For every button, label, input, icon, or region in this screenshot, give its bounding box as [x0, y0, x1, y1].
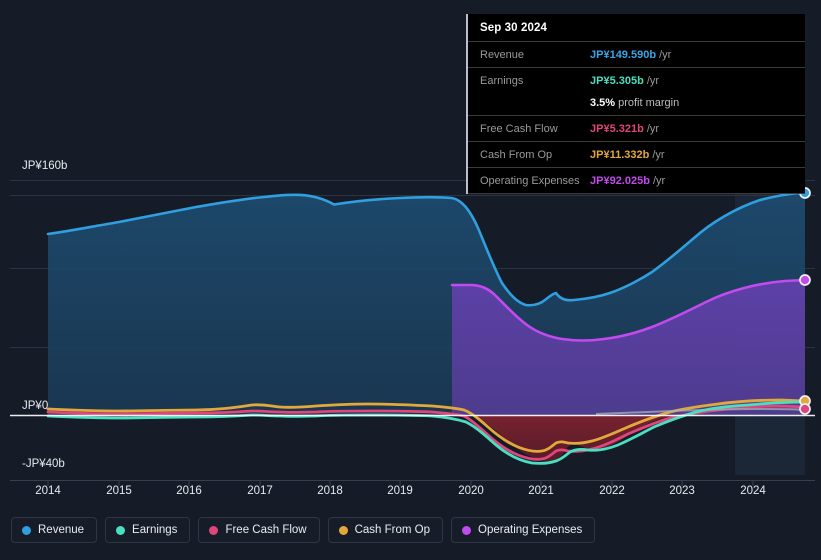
- tooltip-row-operating-expenses: Operating Expenses JP¥92.025b /yr: [468, 167, 805, 193]
- x-axis-label-2017: 2017: [247, 485, 273, 497]
- tooltip-value-earnings: JP¥5.305b: [590, 74, 644, 87]
- legend-label-revenue: Revenue: [38, 524, 85, 536]
- free-cash-flow-color-swatch-icon: [209, 525, 219, 535]
- tooltip-label-free-cash-flow: Free Cash Flow: [480, 122, 558, 135]
- tooltip-unit-cash-from-op: /yr: [652, 148, 665, 161]
- legend-label-free-cash-flow: Free Cash Flow: [225, 524, 307, 536]
- x-axis-label-2019: 2019: [387, 485, 413, 497]
- tooltip-value-operating-expenses: JP¥92.025b: [590, 174, 650, 187]
- tooltip-value-revenue: JP¥149.590b: [590, 48, 657, 61]
- operating-expenses-color-swatch-icon: [462, 525, 472, 535]
- tooltip-label-cash-from-op: Cash From Op: [480, 148, 553, 161]
- tooltip-unit-operating-expenses: /yr: [652, 174, 666, 187]
- y-axis-label-bottom: -JP¥40b: [22, 458, 65, 470]
- x-axis-label-2018: 2018: [317, 485, 343, 497]
- tooltip-bottom-divider: [468, 193, 805, 194]
- tooltip-unit-revenue: /yr: [659, 48, 672, 61]
- financial-area-chart: JP¥160b JP¥0 -JP¥40b 2014 2015 2016 2017…: [0, 0, 821, 560]
- tooltip-label-revenue: Revenue: [480, 48, 525, 61]
- tooltip-row-free-cash-flow: Free Cash Flow JP¥5.321b /yr: [468, 115, 805, 141]
- x-axis-label-2022: 2022: [599, 485, 625, 497]
- operating-expenses-endpoint-marker: [799, 274, 811, 286]
- tooltip-date: Sep 30 2024: [480, 22, 547, 34]
- x-axis-label-2015: 2015: [106, 485, 132, 497]
- tooltip-unit-free-cash-flow: /yr: [646, 122, 660, 135]
- free-cash-flow-endpoint-marker: [799, 403, 811, 415]
- x-axis-label-2024: 2024: [740, 485, 766, 497]
- cash-from-op-color-swatch-icon: [338, 525, 348, 535]
- revenue-color-swatch-icon: [22, 525, 31, 535]
- tooltip-value-cash-from-op: JP¥11.332b: [590, 148, 650, 161]
- legend-label-cash-from-op: Cash From Op: [354, 524, 431, 536]
- x-axis-label-2021: 2021: [528, 485, 554, 497]
- y-axis-label-zero: JP¥0: [22, 400, 49, 412]
- chart-legend: Revenue Earnings Free Cash Flow Cash Fro…: [11, 517, 596, 543]
- legend-item-cash-from-op[interactable]: Cash From Op: [327, 517, 444, 543]
- tooltip-label-operating-expenses: Operating Expenses: [480, 174, 580, 187]
- x-axis-label-2020: 2020: [458, 485, 484, 497]
- legend-item-free-cash-flow[interactable]: Free Cash Flow: [198, 517, 320, 543]
- tooltip-row-profit-margin: 3.5% profit margin: [468, 93, 805, 115]
- tooltip-value-free-cash-flow: JP¥5.321b: [590, 122, 644, 135]
- y-axis-label-top: JP¥160b: [22, 160, 68, 172]
- tooltip-row-revenue: Revenue JP¥149.590b /yr: [468, 41, 805, 67]
- tooltip-row-cash-from-op: Cash From Op JP¥11.332b /yr: [468, 141, 805, 167]
- legend-item-revenue[interactable]: Revenue: [11, 517, 98, 543]
- tooltip-unit-earnings: /yr: [646, 74, 660, 87]
- legend-label-earnings: Earnings: [132, 524, 178, 536]
- tooltip-unit-profit-margin: profit margin: [618, 96, 680, 109]
- earnings-color-swatch-icon: [116, 525, 126, 535]
- legend-item-earnings[interactable]: Earnings: [105, 517, 191, 543]
- legend-label-operating-expenses: Operating Expenses: [478, 524, 583, 536]
- tooltip-value-profit-margin: 3.5%: [590, 96, 616, 109]
- legend-item-operating-expenses[interactable]: Operating Expenses: [451, 517, 596, 543]
- x-axis-label-2016: 2016: [176, 485, 202, 497]
- tooltip-row-earnings: Earnings JP¥5.305b /yr: [468, 67, 805, 93]
- tooltip-label-earnings: Earnings: [480, 74, 524, 87]
- data-tooltip: Sep 30 2024 Revenue JP¥149.590b /yr Earn…: [466, 14, 805, 194]
- x-axis-label-2023: 2023: [669, 485, 695, 497]
- x-axis-label-2014: 2014: [35, 485, 61, 497]
